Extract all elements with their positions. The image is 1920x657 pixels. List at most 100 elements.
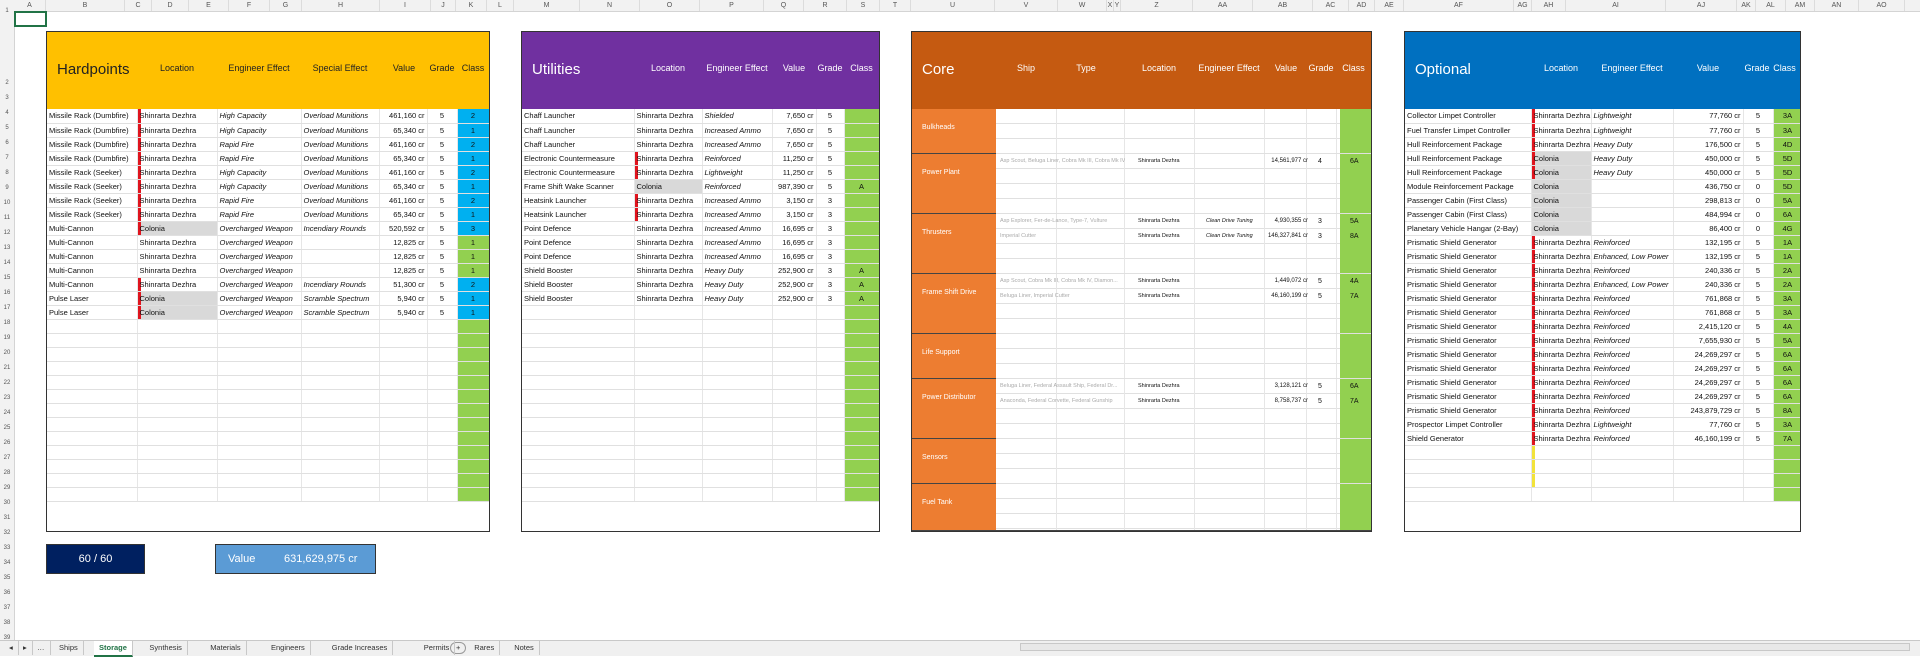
row-header[interactable]: 12 [0,230,14,236]
class-cell[interactable]: 3A [1773,417,1800,432]
grade-cell[interactable]: 5 [427,137,458,152]
empty-cell[interactable] [379,473,428,488]
class-cell[interactable]: 1A [1773,249,1800,264]
engineer-effect[interactable]: Enhanced, Low Power [1591,249,1674,264]
class-cell[interactable]: 3A [1773,291,1800,306]
grade-cell[interactable]: 5 [427,263,458,278]
row-header[interactable]: 28 [0,470,14,476]
class-cell[interactable]: 3A [1773,109,1800,124]
class-cell[interactable] [1773,473,1800,488]
location-cell[interactable]: Shinrarta Dezhra [1531,417,1592,432]
grade-cell[interactable] [1743,473,1774,488]
location-cell[interactable]: Shinrarta Dezhra [1531,109,1592,124]
column-header[interactable]: AI [1566,0,1666,11]
empty-cell[interactable] [427,361,458,376]
location-cell[interactable]: Shinrarta Dezhra [137,249,218,264]
class-cell[interactable] [457,403,489,418]
location-cell[interactable]: Shinrarta Dezhra [1531,305,1592,320]
module-name[interactable]: Shield Booster [522,277,635,292]
location-cell[interactable]: Shinrarta Dezhra [634,263,703,278]
empty-cell[interactable] [379,319,428,334]
location-cell[interactable]: Shinrarta Dezhra [137,179,218,194]
class-cell[interactable]: 2 [457,193,489,208]
empty-cell[interactable] [379,445,428,460]
module-name[interactable]: Prismatic Shield Generator [1405,263,1532,278]
module-name[interactable]: Chaff Launcher [522,109,635,124]
location-cell[interactable]: Shinrarta Dezhra [1531,249,1592,264]
engineer-effect[interactable]: Increased Ammo [702,207,773,222]
empty-cell[interactable] [1591,487,1674,502]
value-cell[interactable]: 132,195 cr [1673,249,1744,264]
location-cell[interactable]: Colonia [137,291,218,306]
class-cell[interactable] [844,389,879,404]
row-header[interactable]: 9 [0,185,14,191]
module-name[interactable]: Shield Generator [1405,431,1532,446]
column-header[interactable]: X [1107,0,1114,11]
module-name[interactable]: Prospector Limpet Controller [1405,417,1532,432]
empty-cell[interactable] [772,333,817,348]
class-cell[interactable]: 1 [457,151,489,166]
class-cell[interactable]: 3A [1773,123,1800,138]
empty-cell[interactable] [301,333,380,348]
empty-cell[interactable] [634,319,703,334]
class-cell[interactable] [457,445,489,460]
location-cell[interactable]: Colonia [137,221,218,236]
grade-cell[interactable]: 5 [427,123,458,138]
module-name[interactable]: Missile Rack (Seeker) [47,165,138,180]
location-cell[interactable]: Colonia [1531,207,1592,222]
value-cell[interactable]: 65,340 cr [379,123,428,138]
column-header[interactable]: A [14,0,46,11]
module-name[interactable]: Fuel Transfer Limpet Controller [1405,123,1532,138]
empty-cell[interactable] [137,375,218,390]
column-header[interactable]: E [189,0,229,11]
engineer-effect[interactable]: Heavy Duty [1591,137,1674,152]
empty-cell[interactable] [634,403,703,418]
row-header[interactable]: 6 [0,140,14,146]
empty-cell[interactable] [379,431,428,446]
empty-cell[interactable] [816,375,845,390]
grade-cell[interactable]: 5 [1743,333,1774,348]
empty-cell[interactable] [702,417,773,432]
row-header[interactable]: 33 [0,545,14,551]
class-cell[interactable] [844,319,879,334]
empty-cell[interactable] [816,347,845,362]
empty-cell[interactable] [702,459,773,474]
row-header[interactable]: 17 [0,305,14,311]
column-header[interactable]: AA [1193,0,1253,11]
location-cell[interactable]: Shinrarta Dezhra [1531,403,1592,418]
empty-cell[interactable] [137,459,218,474]
empty-cell[interactable] [816,431,845,446]
class-cell[interactable]: 3A [1773,305,1800,320]
empty-cell[interactable] [1743,487,1774,502]
column-header[interactable]: T [880,0,911,11]
row-header[interactable]: 4 [0,110,14,116]
empty-cell[interactable] [522,403,635,418]
row-header[interactable]: 19 [0,335,14,341]
empty-cell[interactable] [47,347,138,362]
empty-cell[interactable] [47,473,138,488]
column-header[interactable]: AB [1253,0,1313,11]
grade-cell[interactable]: 5 [427,235,458,250]
empty-cell[interactable] [379,333,428,348]
column-header[interactable]: D [152,0,189,11]
empty-cell[interactable] [301,487,380,502]
value-cell[interactable]: 7,650 cr [772,137,817,152]
grade-cell[interactable]: 3 [816,249,845,264]
location-cell[interactable]: Shinrarta Dezhra [634,207,703,222]
empty-cell[interactable] [217,431,302,446]
grade-cell[interactable]: 5 [1743,291,1774,306]
tab-engineers[interactable]: Engineers [266,641,311,655]
module-name[interactable]: Prismatic Shield Generator [1405,305,1532,320]
core-category-label[interactable]: Thrusters [912,214,996,273]
column-header[interactable]: Z [1121,0,1193,11]
empty-cell[interactable] [137,473,218,488]
grade-cell[interactable]: 5 [427,207,458,222]
module-name[interactable]: Multi-Cannon [47,277,138,292]
empty-cell[interactable] [772,417,817,432]
column-header[interactable]: K [456,0,487,11]
class-cell[interactable]: 1 [457,207,489,222]
row-header[interactable]: 2 [0,80,14,86]
engineer-effect[interactable]: Heavy Duty [702,291,773,306]
empty-cell[interactable] [137,347,218,362]
grade-cell[interactable]: 5 [427,291,458,306]
